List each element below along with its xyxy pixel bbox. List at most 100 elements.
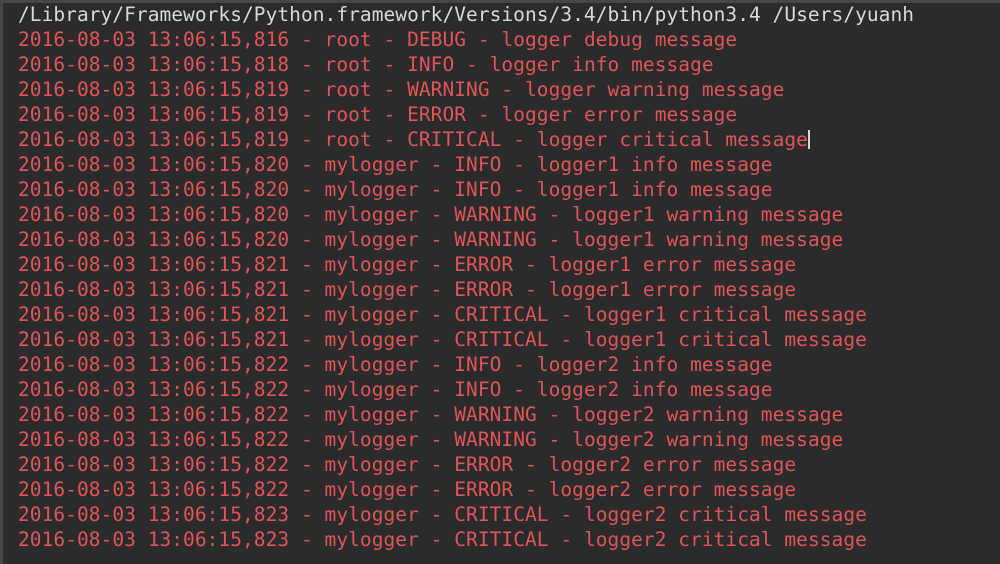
log-line: 2016-08-03 13:06:15,820 - mylogger - WAR…	[18, 203, 844, 226]
log-message: logger debug message	[501, 28, 738, 51]
log-level: CRITICAL	[454, 328, 549, 351]
log-message: logger error message	[501, 103, 738, 126]
log-timestamp: 2016-08-03 13:06:15,819	[18, 78, 290, 101]
log-level: CRITICAL	[454, 528, 549, 551]
log-timestamp: 2016-08-03 13:06:15,819	[18, 103, 290, 126]
log-level: INFO	[454, 153, 502, 176]
log-line: 2016-08-03 13:06:15,823 - mylogger - CRI…	[18, 528, 867, 551]
log-level: ERROR	[454, 453, 514, 476]
log-logger-name: mylogger	[324, 378, 419, 401]
log-message: logger2 error message	[548, 453, 797, 476]
log-logger-name: mylogger	[324, 328, 419, 351]
log-line: 2016-08-03 13:06:15,821 - mylogger - CRI…	[18, 328, 867, 351]
log-timestamp: 2016-08-03 13:06:15,820	[18, 203, 290, 226]
log-level: CRITICAL	[454, 503, 549, 526]
log-logger-name: mylogger	[324, 428, 419, 451]
log-line: 2016-08-03 13:06:15,821 - mylogger - ERR…	[18, 278, 797, 301]
log-message: logger1 info message	[536, 153, 773, 176]
log-message: logger2 error message	[548, 478, 797, 501]
log-logger-name: mylogger	[324, 203, 419, 226]
command-invocation-line: /Library/Frameworks/Python.framework/Ver…	[18, 3, 915, 26]
log-level: WARNING	[454, 203, 537, 226]
log-logger-name: mylogger	[324, 228, 419, 251]
log-logger-name: mylogger	[324, 478, 419, 501]
log-timestamp: 2016-08-03 13:06:15,821	[18, 303, 290, 326]
log-logger-name: mylogger	[324, 253, 419, 276]
log-line: 2016-08-03 13:06:15,820 - mylogger - INF…	[18, 178, 773, 201]
log-message: logger1 critical message	[583, 303, 867, 326]
log-output-container: 2016-08-03 13:06:15,816 - root - DEBUG -…	[3, 27, 1000, 552]
log-logger-name: root	[324, 128, 372, 151]
log-timestamp: 2016-08-03 13:06:15,823	[18, 528, 290, 551]
log-line: 2016-08-03 13:06:15,823 - mylogger - CRI…	[18, 503, 867, 526]
log-message: logger2 critical message	[583, 503, 867, 526]
log-message: logger2 info message	[536, 353, 773, 376]
log-line: 2016-08-03 13:06:15,819 - root - ERROR -…	[18, 103, 738, 126]
log-timestamp: 2016-08-03 13:06:15,820	[18, 228, 290, 251]
log-timestamp: 2016-08-03 13:06:15,821	[18, 328, 290, 351]
log-logger-name: root	[324, 28, 372, 51]
log-level: ERROR	[454, 478, 514, 501]
log-level: ERROR	[454, 278, 514, 301]
log-line: 2016-08-03 13:06:15,821 - mylogger - CRI…	[18, 303, 867, 326]
log-line: 2016-08-03 13:06:15,822 - mylogger - ERR…	[18, 478, 797, 501]
log-line: 2016-08-03 13:06:15,819 - root - WARNING…	[18, 78, 785, 101]
log-timestamp: 2016-08-03 13:06:15,821	[18, 278, 290, 301]
log-timestamp: 2016-08-03 13:06:15,823	[18, 503, 290, 526]
text-cursor	[807, 130, 810, 149]
log-level: CRITICAL	[454, 303, 549, 326]
log-message: logger1 error message	[548, 253, 797, 276]
log-message: logger2 info message	[536, 378, 773, 401]
log-message: logger1 error message	[548, 278, 797, 301]
log-timestamp: 2016-08-03 13:06:15,816	[18, 28, 290, 51]
log-logger-name: mylogger	[324, 178, 419, 201]
log-timestamp: 2016-08-03 13:06:15,820	[18, 178, 290, 201]
log-logger-name: mylogger	[324, 303, 419, 326]
log-level: WARNING	[454, 228, 537, 251]
log-timestamp: 2016-08-03 13:06:15,822	[18, 478, 290, 501]
log-timestamp: 2016-08-03 13:06:15,822	[18, 378, 290, 401]
log-timestamp: 2016-08-03 13:06:15,822	[18, 428, 290, 451]
log-line: 2016-08-03 13:06:15,816 - root - DEBUG -…	[18, 28, 738, 51]
log-message: logger critical message	[536, 128, 808, 151]
log-logger-name: mylogger	[324, 153, 419, 176]
log-line: 2016-08-03 13:06:15,822 - mylogger - WAR…	[18, 403, 844, 426]
log-level: INFO	[407, 53, 455, 76]
log-level: INFO	[454, 353, 502, 376]
log-level: INFO	[454, 378, 502, 401]
log-message: logger info message	[489, 53, 714, 76]
log-logger-name: mylogger	[324, 528, 419, 551]
log-logger-name: mylogger	[324, 403, 419, 426]
log-line: 2016-08-03 13:06:15,822 - mylogger - ERR…	[18, 453, 797, 476]
log-line: 2016-08-03 13:06:15,821 - mylogger - ERR…	[18, 253, 797, 276]
log-level: DEBUG	[407, 28, 467, 51]
log-message: logger1 critical message	[583, 328, 867, 351]
log-message: logger2 warning message	[572, 403, 844, 426]
log-logger-name: mylogger	[324, 453, 419, 476]
log-message: logger1 warning message	[572, 203, 844, 226]
log-level: ERROR	[454, 253, 514, 276]
log-logger-name: root	[324, 53, 372, 76]
log-message: logger2 critical message	[583, 528, 867, 551]
log-logger-name: mylogger	[324, 503, 419, 526]
log-logger-name: mylogger	[324, 278, 419, 301]
log-logger-name: root	[324, 78, 372, 101]
log-level: ERROR	[407, 103, 467, 126]
log-level: INFO	[454, 178, 502, 201]
log-timestamp: 2016-08-03 13:06:15,822	[18, 403, 290, 426]
log-message: logger2 warning message	[572, 428, 844, 451]
log-timestamp: 2016-08-03 13:06:15,818	[18, 53, 290, 76]
log-logger-name: mylogger	[324, 353, 419, 376]
log-line: 2016-08-03 13:06:15,820 - mylogger - WAR…	[18, 228, 844, 251]
log-level: WARNING	[454, 428, 537, 451]
log-message: logger warning message	[525, 78, 785, 101]
terminal-console-output[interactable]: /Library/Frameworks/Python.framework/Ver…	[3, 3, 1000, 564]
log-level: WARNING	[454, 403, 537, 426]
log-line: 2016-08-03 13:06:15,818 - root - INFO - …	[18, 53, 714, 76]
log-logger-name: root	[324, 103, 372, 126]
terminal-window[interactable]: /Library/Frameworks/Python.framework/Ver…	[0, 0, 1000, 564]
log-level: WARNING	[407, 78, 490, 101]
log-level: CRITICAL	[407, 128, 502, 151]
log-line: 2016-08-03 13:06:15,819 - root - CRITICA…	[18, 128, 810, 151]
log-timestamp: 2016-08-03 13:06:15,819	[18, 128, 290, 151]
